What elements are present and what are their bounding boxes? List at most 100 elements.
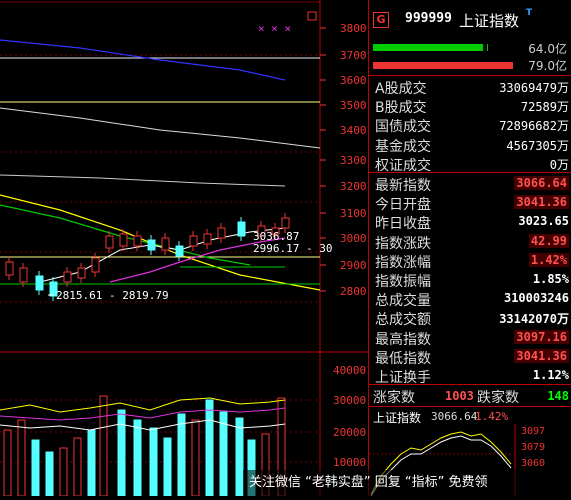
- kline-svg: × × × 2815.61 - 2819.79 3036.87 2996.17 …: [0, 0, 368, 497]
- candle: [281, 217, 290, 229]
- low-range-annotation: 2815.61 - 2819.79: [56, 289, 169, 302]
- volume-bar: [177, 413, 186, 497]
- candle: [19, 267, 28, 283]
- price-tick-label: 3200: [340, 180, 367, 193]
- candle: [217, 227, 226, 239]
- stat-row: 今日开盘 3041.36: [369, 193, 571, 214]
- candle: [5, 261, 14, 276]
- volume-bar: [31, 439, 40, 497]
- price-tick-label: 3800: [340, 22, 367, 35]
- volume-bar: [73, 437, 82, 497]
- candle: [237, 221, 246, 237]
- mini-chart-header: 上证指数 3066.64 1.42%: [369, 408, 571, 425]
- t-mark: T: [526, 8, 533, 18]
- candle: [119, 233, 128, 247]
- turnover-row: A股成交 33069479万: [369, 77, 571, 97]
- volume-bar: [87, 429, 96, 497]
- candle: [133, 235, 142, 247]
- down-label: 跌家数: [477, 390, 519, 406]
- stat-label: 今日开盘: [375, 197, 431, 214]
- turnover-row: 国债成交 72896682万: [369, 115, 571, 136]
- mini-change: 1.42%: [475, 410, 509, 423]
- turnover-value: 72589万: [520, 100, 569, 115]
- volume-bar: [191, 419, 200, 497]
- volume-tick-label: 40000: [333, 364, 366, 377]
- stat-value: 3023.65: [518, 214, 569, 229]
- volume-bar: [235, 417, 244, 497]
- turnover-label: 国债成交: [375, 119, 431, 136]
- up-label: 涨家数: [373, 390, 415, 406]
- stat-row: 指数涨跌 42.99: [369, 232, 571, 252]
- volume-bar-bottom-label: 79.0亿: [528, 59, 567, 73]
- turnover-row: B股成交 72589万: [369, 96, 571, 117]
- price-tick-label: 3100: [340, 207, 367, 220]
- volume-bar: [45, 451, 54, 497]
- volume-bar: [99, 395, 108, 497]
- turnover-value: 33069479万: [499, 81, 569, 95]
- candle: [77, 267, 86, 279]
- price-tick-label: 3000: [340, 232, 367, 245]
- mini-axis-ticks: 3097 3079 3060: [521, 426, 545, 469]
- volume-tick-label: 30000: [333, 394, 366, 407]
- volume-bar: [133, 419, 142, 497]
- quote-panel: G 999999 上证指数 T 64.0亿 79.0亿 A股成交 33069479…: [368, 0, 571, 496]
- index-name: 上证指数: [459, 12, 520, 30]
- stat-row: 上证换手 1.12%: [369, 366, 571, 386]
- stat-value: 310003246: [503, 291, 569, 306]
- volume-bar: [3, 429, 12, 497]
- turnover-label: A股成交: [375, 81, 427, 97]
- stat-row: 总成交额 33142070万: [369, 308, 571, 329]
- ma-white-line: [0, 107, 321, 149]
- stat-label: 总成交量: [375, 293, 431, 310]
- candle: [175, 245, 184, 257]
- turnover-label: B股成交: [375, 100, 427, 117]
- volume-bar-green: [373, 44, 483, 51]
- stat-row: 昨日收盘 3023.65: [369, 212, 571, 233]
- price-tick-label: 3400: [340, 124, 367, 137]
- price-tick-label: 3500: [340, 99, 367, 112]
- stat-value: 1.42%: [528, 252, 569, 267]
- stat-row: 最新指数 3066.64: [369, 174, 571, 194]
- advance-decline: 涨家数 1003 跌家数 148: [369, 386, 571, 406]
- candle: [147, 239, 156, 251]
- turnover-row: 权证成交 0万: [369, 154, 571, 174]
- candle: [35, 275, 44, 291]
- price-tick-label: 2800: [340, 285, 367, 298]
- stat-value: 42.99: [528, 233, 569, 248]
- stat-value: 3066.64: [514, 176, 569, 190]
- candle: [189, 235, 198, 247]
- stat-label: 总成交额: [375, 312, 431, 329]
- price-tick-label: 3300: [340, 154, 367, 167]
- candle: [161, 237, 170, 251]
- stat-value: 3041.36: [514, 348, 569, 363]
- turnover-value: 0万: [549, 157, 569, 172]
- g-badge[interactable]: G: [373, 12, 389, 28]
- mini-tick-label: 3060: [521, 458, 545, 469]
- volume-bar: [17, 419, 26, 497]
- volume-bar: [163, 437, 172, 497]
- volume-bar: [149, 427, 158, 497]
- stat-row: 最高指数 3097.16: [369, 328, 571, 348]
- turnover-value: 4567305万: [506, 138, 569, 153]
- stat-label: 指数涨幅: [375, 254, 431, 271]
- stat-row: 指数涨幅 1.42%: [369, 251, 571, 271]
- volume-bar-red: [373, 62, 513, 69]
- stat-row: 总成交量 310003246: [369, 289, 571, 310]
- price-tick-label: 2900: [340, 259, 367, 272]
- watermark-banner: 关注微信 “老韩实盘” 回复 “指标” 免费领: [243, 470, 571, 496]
- stat-label: 最低指数: [375, 350, 431, 367]
- high-b-annotation: 2996.17 - 30: [253, 242, 332, 255]
- chart-marks: × × ×: [258, 22, 291, 35]
- ma-blue-line: [0, 39, 286, 81]
- mini-price: 3066.64: [431, 410, 478, 423]
- stat-label: 昨日收盘: [375, 216, 431, 233]
- turnover-value: 72896682万: [499, 119, 569, 134]
- mini-tick-label: 3097: [521, 426, 545, 437]
- stat-value: 3097.16: [514, 329, 569, 344]
- price-tick-label: 3700: [340, 49, 367, 62]
- up-count: 1003: [445, 389, 474, 403]
- kline-chart[interactable]: × × × 2815.61 - 2819.79 3036.87 2996.17 …: [0, 0, 368, 497]
- turnover-row: 基金成交 4567305万: [369, 135, 571, 155]
- stat-row: 指数振幅 1.85%: [369, 270, 571, 290]
- volume-tick-label: 20000: [333, 426, 366, 439]
